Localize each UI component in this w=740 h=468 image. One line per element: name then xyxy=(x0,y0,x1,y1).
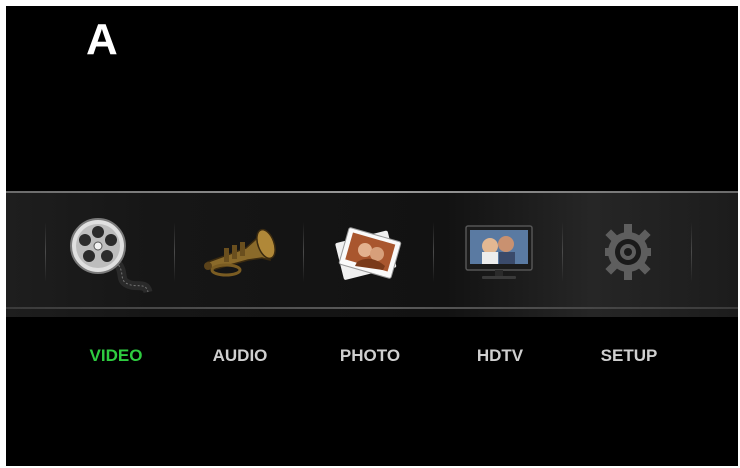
menu-item-photo[interactable] xyxy=(315,210,425,294)
menu-label-audio[interactable]: AUDIO xyxy=(180,346,300,366)
media-player-screen: A VIDEO AUDIO PHOTO HDTV SETUP xyxy=(6,6,738,466)
menu-label-video[interactable]: VIDEO xyxy=(56,346,176,366)
corner-label: A xyxy=(86,15,118,64)
trumpet-icon xyxy=(204,228,276,277)
band-top-line xyxy=(6,191,738,193)
menu-label-photo[interactable]: PHOTO xyxy=(310,346,430,366)
tv-icon xyxy=(465,225,533,279)
band-bottom-line xyxy=(6,307,738,309)
menu-divider xyxy=(691,222,692,282)
menu-divider xyxy=(174,222,175,282)
menu-item-hdtv[interactable] xyxy=(444,210,554,294)
menu-divider xyxy=(562,222,563,282)
menu-label-hdtv[interactable]: HDTV xyxy=(440,346,560,366)
menu-item-setup[interactable] xyxy=(573,210,683,294)
menu-item-video[interactable] xyxy=(56,210,166,294)
menu-item-audio[interactable] xyxy=(186,210,296,294)
menu-labels: VIDEO AUDIO PHOTO HDTV SETUP xyxy=(6,346,738,376)
menu-label-setup[interactable]: SETUP xyxy=(569,346,689,366)
menu-divider xyxy=(433,222,434,282)
photo-stack-icon xyxy=(335,227,402,280)
gear-icon xyxy=(605,224,651,280)
menu-divider xyxy=(45,222,46,282)
menu-divider xyxy=(303,222,304,282)
film-reel-icon xyxy=(70,218,153,294)
